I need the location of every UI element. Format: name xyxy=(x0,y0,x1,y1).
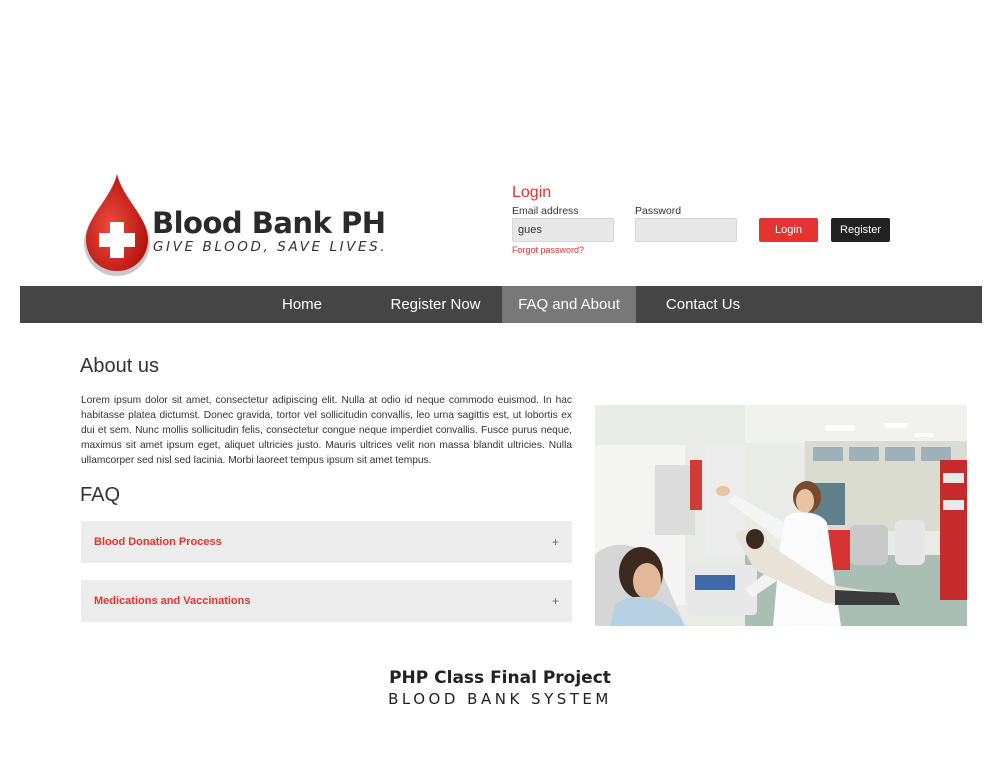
expand-plus-icon[interactable]: + xyxy=(552,521,559,563)
nav-item-contact-us[interactable]: Contact Us xyxy=(644,286,762,323)
login-title: Login xyxy=(512,184,552,201)
login-button[interactable]: Login xyxy=(759,218,818,242)
brand-tagline: GIVE BLOOD, SAVE LIVES. xyxy=(153,239,388,255)
forgot-password-link[interactable]: Forgot password? xyxy=(512,245,584,255)
brand-logo[interactable]: Blood Bank PH GIVE BLOOD, SAVE LIVES. xyxy=(82,172,386,280)
faq-item-label: Medications and Vaccinations xyxy=(94,595,251,607)
faq-item-blood-donation-process[interactable]: Blood Donation Process + xyxy=(81,521,572,563)
password-label: Password xyxy=(635,205,682,217)
register-button[interactable]: Register xyxy=(831,218,890,242)
clinic-photo xyxy=(595,405,967,626)
brand-title: Blood Bank PH xyxy=(152,206,386,240)
faq-item-label: Blood Donation Process xyxy=(94,536,222,548)
email-label: Email address xyxy=(512,205,579,217)
main-nav: Home Register Now FAQ and About Contact … xyxy=(20,286,982,323)
expand-plus-icon[interactable]: + xyxy=(552,580,559,622)
about-paragraph: Lorem ipsum dolor sit amet, consectetur … xyxy=(81,395,572,466)
nav-item-register-now[interactable]: Register Now xyxy=(372,286,499,323)
faq-heading: FAQ xyxy=(80,484,121,506)
nav-item-faq-and-about[interactable]: FAQ and About xyxy=(502,286,636,323)
blood-drop-cross-icon xyxy=(84,174,150,276)
email-input[interactable] xyxy=(512,218,614,242)
faq-item-medications-and-vaccinations[interactable]: Medications and Vaccinations + xyxy=(81,580,572,622)
nav-item-home[interactable]: Home xyxy=(262,286,342,323)
password-input[interactable] xyxy=(635,218,737,242)
project-caption-subtitle: BLOOD BANK SYSTEM xyxy=(388,690,612,708)
about-heading: About us xyxy=(80,355,159,377)
project-caption-title: PHP Class Final Project xyxy=(389,668,611,688)
